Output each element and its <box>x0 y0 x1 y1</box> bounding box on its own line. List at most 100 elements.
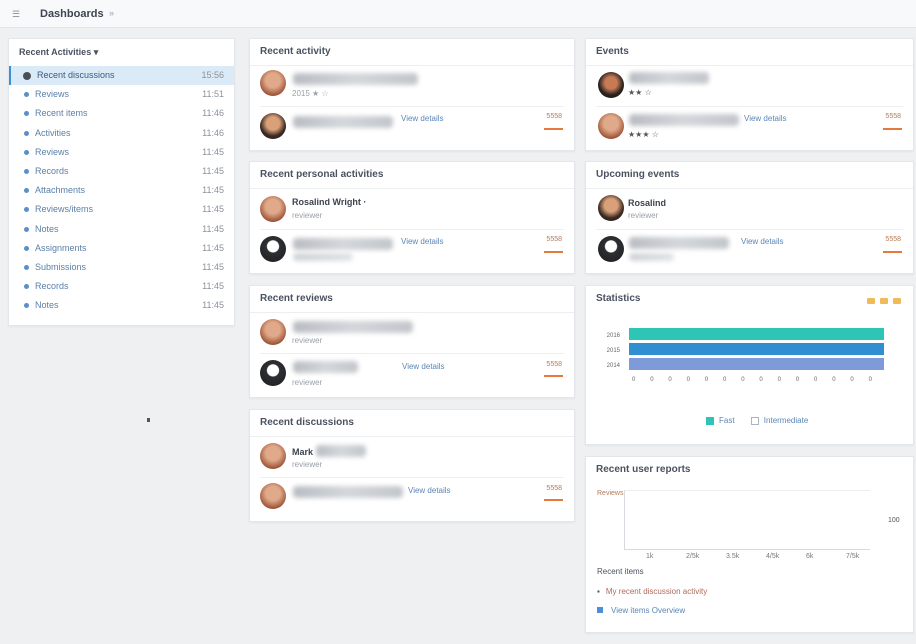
value-bar <box>883 128 902 130</box>
bar[interactable] <box>629 328 884 340</box>
list-item[interactable]: View details 5558 <box>250 480 574 524</box>
card-title: Recent discussions <box>250 410 574 437</box>
bullet-icon <box>24 168 29 174</box>
list-item[interactable]: View details 5558 <box>250 109 574 153</box>
sidebar-item[interactable]: Notes 11:45 <box>9 220 234 239</box>
sidebar-item[interactable]: Notes 11:45 <box>9 296 234 315</box>
view-details-link[interactable]: View details <box>741 237 784 246</box>
sidebar-item[interactable]: Recent items 11:46 <box>9 104 234 123</box>
bar[interactable] <box>629 343 884 355</box>
x-tick-label: 6k <box>806 553 814 560</box>
sidebar-item[interactable]: Submissions 11:45 <box>9 258 234 277</box>
bar[interactable] <box>629 358 884 370</box>
bullet-icon <box>24 207 29 213</box>
section-title: Recent items <box>597 567 644 576</box>
sidebar-item[interactable]: Reviews 11:45 <box>9 143 234 162</box>
view-details-link[interactable]: View details <box>401 237 444 246</box>
sidebar-item[interactable]: Reviews/items 11:45 <box>9 200 234 219</box>
x-tick-label: 0 <box>832 377 836 383</box>
list-item[interactable]: 2015 ★ ☆ <box>250 67 574 111</box>
bullet-icon <box>24 130 29 136</box>
item-name: Mark <box>292 447 314 457</box>
x-tick-label: 4/5k <box>766 553 780 560</box>
list-item[interactable]: View details 5558 <box>586 232 913 276</box>
card-title: Recent personal activities <box>250 162 574 189</box>
bullet-icon <box>24 264 29 270</box>
item-meta: reviewer <box>292 211 323 220</box>
statistics-card: Statistics 2016 2015 2014 0 0 0 0 0 0 0 0 0 0 0 0 0 0 Fa… <box>585 285 914 445</box>
blurred-name <box>293 486 403 498</box>
item-value: 5558 <box>885 236 901 243</box>
x-tick-label: 0 <box>723 377 727 383</box>
sidebar-item[interactable]: Assignments 11:45 <box>9 239 234 258</box>
sidebar-item[interactable]: Records 11:45 <box>9 162 234 181</box>
divider <box>260 353 564 354</box>
sidebar-title[interactable]: Recent Activities ▾ <box>9 39 234 65</box>
list-item[interactable]: ★★ ☆ <box>586 67 913 111</box>
bullet-icon <box>24 111 29 117</box>
comment-icon: ▪ <box>597 587 600 596</box>
item-name: Rosalind <box>628 198 667 208</box>
sidebar-item-label: Attachments <box>35 185 86 196</box>
blurred-name <box>293 73 418 85</box>
avatar <box>260 483 286 509</box>
view-details-link[interactable]: View details <box>744 114 787 123</box>
sidebar-item-time: 15:56 <box>201 70 224 80</box>
item-value: 5558 <box>885 113 901 120</box>
sidebar-item[interactable]: Recent discussions 15:56 <box>9 66 234 86</box>
blurred-name <box>629 114 739 126</box>
list-item[interactable]: View items Overview <box>597 606 685 615</box>
x-tick-label: 0 <box>741 377 745 383</box>
list-item[interactable]: Rosalind Wright · reviewer <box>250 190 574 234</box>
avatar <box>260 113 286 139</box>
sidebar-item[interactable]: Activities 11:46 <box>9 124 234 143</box>
value-bar <box>544 251 563 253</box>
page-title: Dashboards <box>40 8 104 20</box>
sidebar-item-time: 11:45 <box>202 165 224 176</box>
sidebar-item-label: Notes <box>35 223 59 234</box>
list-item[interactable]: View details 5558 <box>250 232 574 276</box>
avatar <box>260 443 286 469</box>
view-details-link[interactable]: View details <box>408 486 451 495</box>
chart-ylabel: Reviews <box>597 490 624 497</box>
x-tick-label: 1k <box>646 553 654 560</box>
view-details-link[interactable]: View details <box>402 362 445 371</box>
y-tick-label: 2016 <box>607 333 621 339</box>
sidebar-item[interactable]: Attachments 11:45 <box>9 181 234 200</box>
sidebar-item-label: Recent items <box>35 108 88 119</box>
view-details-link[interactable]: View details <box>401 114 444 123</box>
sidebar-item-label: Records <box>35 165 69 176</box>
card-title: Recent reviews <box>250 286 574 313</box>
x-tick-label: 0 <box>668 377 672 383</box>
sidebar-item-label: Notes <box>35 300 59 311</box>
list-item[interactable]: reviewer View details 5558 <box>250 356 574 400</box>
bullet-icon <box>23 71 31 80</box>
blurred-name <box>293 361 358 373</box>
divider <box>260 229 564 230</box>
breadcrumb-caret[interactable]: » <box>109 8 114 18</box>
list-item[interactable]: reviewer <box>250 314 574 358</box>
avatar <box>260 319 286 345</box>
rating: ★★ ☆ <box>628 88 652 97</box>
sidebar-item[interactable]: Records 11:45 <box>9 277 234 296</box>
list-item[interactable]: Rosalind reviewer <box>586 190 913 234</box>
x-tick-label: 0 <box>796 377 800 383</box>
x-tick-label: 0 <box>705 377 709 383</box>
item-value: 5558 <box>546 361 562 368</box>
activity-link[interactable]: My recent discussion activity <box>606 587 707 596</box>
avatar <box>598 195 624 221</box>
list-item[interactable]: Mark reviewer <box>250 438 574 482</box>
sidebar-item[interactable]: Reviews 11:51 <box>9 85 234 104</box>
sidebar-item-time: 11:45 <box>202 300 224 311</box>
checkbox-icon[interactable] <box>597 607 603 613</box>
bullet-icon <box>24 188 29 194</box>
list-item[interactable]: ★★★ ☆ View details 5558 <box>586 109 913 153</box>
avatar <box>598 113 624 139</box>
user-reports-card: Recent user reports Reviews 100 1k 2/5k 3.… <box>585 456 914 633</box>
item-meta: 2015 ★ ☆ <box>292 89 329 98</box>
menu-icon[interactable]: ☰ <box>12 9 20 20</box>
upcoming-events-card: Upcoming events Rosalind reviewer View d… <box>585 161 914 274</box>
view-items-link[interactable]: View items Overview <box>611 606 685 615</box>
list-item[interactable]: ▪ My recent discussion activity <box>597 587 707 596</box>
divider <box>596 106 903 107</box>
